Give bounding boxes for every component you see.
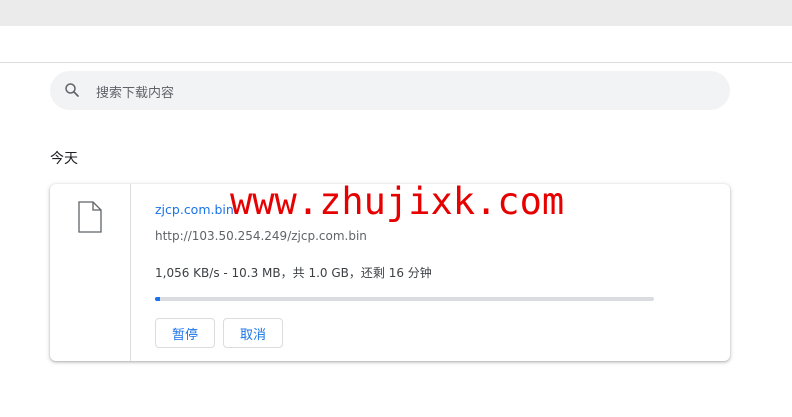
cancel-button[interactable]: 取消: [223, 318, 283, 348]
search-icon: [65, 83, 79, 97]
file-icon-column: [50, 184, 131, 361]
download-status: 1,056 KB/s - 10.3 MB，共 1.0 GB，还剩 16 分钟: [155, 266, 432, 280]
file-icon: [78, 201, 102, 233]
window-titlebar: [0, 0, 792, 26]
download-progress-bar: [155, 297, 654, 301]
watermark-text: www.zhujixk.com: [230, 180, 565, 223]
search-bar[interactable]: 搜索下载内容: [50, 71, 730, 110]
file-name-link[interactable]: zjcp.com.bin: [155, 202, 234, 217]
date-section-title: 今天: [50, 151, 78, 167]
download-progress-fill: [155, 297, 160, 301]
search-input[interactable]: 搜索下载内容: [96, 82, 174, 101]
downloads-toolbar: [0, 26, 792, 63]
file-url[interactable]: http://103.50.254.249/zjcp.com.bin: [155, 229, 367, 243]
pause-button[interactable]: 暂停: [155, 318, 215, 348]
